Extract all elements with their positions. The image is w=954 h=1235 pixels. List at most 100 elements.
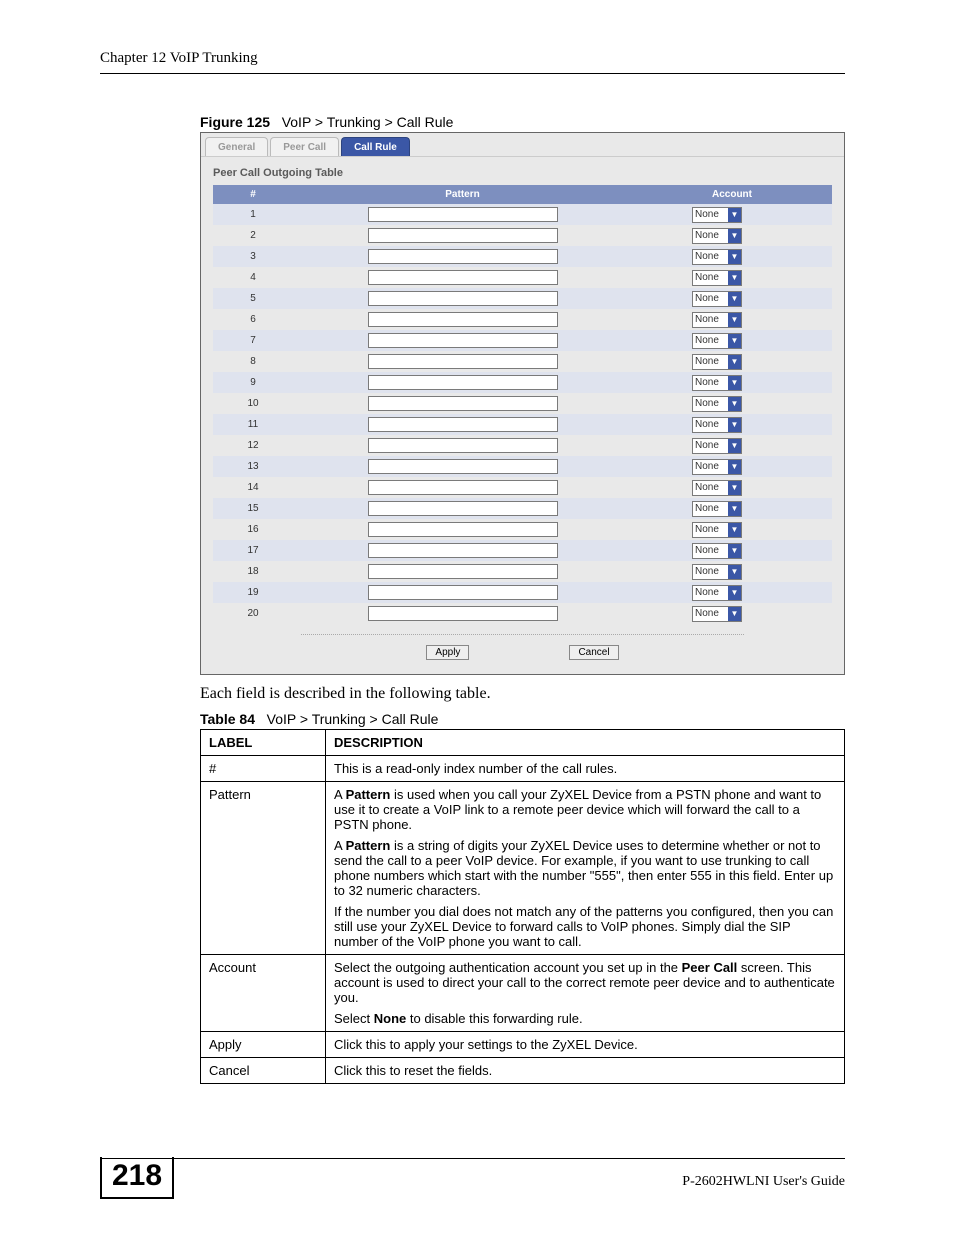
account-select[interactable]: None▼ xyxy=(692,207,742,223)
account-select[interactable]: None▼ xyxy=(692,543,742,559)
row-index: 6 xyxy=(213,310,293,329)
account-select[interactable]: None ▼ xyxy=(692,249,742,265)
cell-desc: Click this to reset the fields. xyxy=(326,1058,845,1084)
screenshot-panel: General Peer Call Call Rule Peer Call Ou… xyxy=(200,132,845,675)
chevron-down-icon[interactable]: ▼ xyxy=(728,334,741,348)
table-row: Apply Click this to apply your settings … xyxy=(201,1032,845,1058)
account-select[interactable]: None▼ xyxy=(692,333,742,349)
row-index: 5 xyxy=(213,289,293,308)
pattern-input[interactable] xyxy=(368,396,558,411)
row-index: 20 xyxy=(213,604,293,623)
account-select[interactable]: None ▼ xyxy=(692,375,742,391)
pattern-input[interactable] xyxy=(368,522,558,537)
pattern-input[interactable] xyxy=(368,417,558,432)
chevron-down-icon[interactable]: ▼ xyxy=(728,439,741,453)
pattern-input[interactable] xyxy=(368,228,558,243)
account-select[interactable]: None▼ xyxy=(692,312,742,328)
chevron-down-icon[interactable]: ▼ xyxy=(728,229,741,243)
select-value: None xyxy=(695,461,719,472)
select-value: None xyxy=(695,293,719,304)
tab-general[interactable]: General xyxy=(205,137,268,156)
select-value: None xyxy=(695,566,719,577)
pattern-input[interactable] xyxy=(368,438,558,453)
apply-button[interactable]: Apply xyxy=(426,645,469,660)
table-row: 5 None ▼ xyxy=(213,288,832,309)
table-row: 1None▼ xyxy=(213,204,832,225)
chevron-down-icon[interactable]: ▼ xyxy=(728,502,741,516)
chevron-down-icon[interactable]: ▼ xyxy=(728,355,741,369)
account-select[interactable]: None▼ xyxy=(692,354,742,370)
chevron-down-icon[interactable]: ▼ xyxy=(728,523,741,537)
chevron-down-icon[interactable]: ▼ xyxy=(728,271,741,285)
head-index: # xyxy=(213,185,293,204)
table-row: 11None▼ xyxy=(213,414,832,435)
table-row: 6 None▼ xyxy=(213,309,832,330)
pattern-input[interactable] xyxy=(368,354,558,369)
chevron-down-icon[interactable]: ▼ xyxy=(728,313,741,327)
pattern-input[interactable] xyxy=(368,585,558,600)
pattern-cell xyxy=(293,518,632,541)
chevron-down-icon[interactable]: ▼ xyxy=(728,292,741,306)
chevron-down-icon[interactable]: ▼ xyxy=(728,544,741,558)
cell-label: # xyxy=(201,756,326,782)
pattern-input[interactable] xyxy=(368,312,558,327)
select-value: None xyxy=(695,251,719,262)
pattern-cell xyxy=(293,287,632,310)
chevron-down-icon[interactable]: ▼ xyxy=(728,208,741,222)
chevron-down-icon[interactable]: ▼ xyxy=(728,586,741,600)
account-select[interactable]: None▼ xyxy=(692,417,742,433)
bold: Pattern xyxy=(346,838,391,853)
description-table: LABEL DESCRIPTION # This is a read-only … xyxy=(200,729,845,1084)
pattern-cell xyxy=(293,539,632,562)
tab-call-rule[interactable]: Call Rule xyxy=(341,137,410,156)
tab-peer-call[interactable]: Peer Call xyxy=(270,137,339,156)
pattern-cell xyxy=(293,455,632,478)
page-footer: 218 P-2602HWLNI User's Guide xyxy=(100,1158,845,1199)
cell-desc: A Pattern is used when you call your ZyX… xyxy=(326,782,845,955)
table-row: 19None▼ xyxy=(213,582,832,603)
pattern-input[interactable] xyxy=(368,480,558,495)
pattern-input[interactable] xyxy=(368,564,558,579)
account-select[interactable]: None ▼ xyxy=(692,291,742,307)
pattern-input[interactable] xyxy=(368,543,558,558)
chevron-down-icon[interactable]: ▼ xyxy=(728,418,741,432)
cell-label: Account xyxy=(201,955,326,1032)
account-select[interactable]: None▼ xyxy=(692,585,742,601)
account-select[interactable]: None ▼ xyxy=(692,480,742,496)
chevron-down-icon[interactable]: ▼ xyxy=(728,460,741,474)
row-index: 16 xyxy=(213,520,293,539)
select-value: None xyxy=(695,482,719,493)
head-account: Account xyxy=(632,185,832,204)
chevron-down-icon[interactable]: ▼ xyxy=(728,250,741,264)
pattern-input[interactable] xyxy=(368,375,558,390)
chevron-down-icon[interactable]: ▼ xyxy=(728,565,741,579)
account-select[interactable]: None ▼ xyxy=(692,564,742,580)
row-index: 4 xyxy=(213,268,293,287)
account-select[interactable]: None▼ xyxy=(692,438,742,454)
pattern-input[interactable] xyxy=(368,606,558,621)
pattern-input[interactable] xyxy=(368,501,558,516)
account-select[interactable]: None ▼ xyxy=(692,459,742,475)
pattern-input[interactable] xyxy=(368,333,558,348)
select-value: None xyxy=(695,377,719,388)
account-select[interactable]: None▼ xyxy=(692,396,742,412)
pattern-input[interactable] xyxy=(368,207,558,222)
chevron-down-icon[interactable]: ▼ xyxy=(728,397,741,411)
chevron-down-icon[interactable]: ▼ xyxy=(728,376,741,390)
chevron-down-icon[interactable]: ▼ xyxy=(728,607,741,621)
account-select[interactable]: None▼ xyxy=(692,228,742,244)
cancel-button[interactable]: Cancel xyxy=(569,645,618,660)
table-row: 4 None▼ xyxy=(213,267,832,288)
pattern-input[interactable] xyxy=(368,270,558,285)
account-select[interactable]: None▼ xyxy=(692,270,742,286)
pattern-input[interactable] xyxy=(368,291,558,306)
account-select[interactable]: None▼ xyxy=(692,501,742,517)
account-select[interactable]: None▼ xyxy=(692,522,742,538)
chapter-header: Chapter 12 VoIP Trunking xyxy=(100,50,845,74)
pattern-input[interactable] xyxy=(368,459,558,474)
th-description: DESCRIPTION xyxy=(326,730,845,756)
pattern-input[interactable] xyxy=(368,249,558,264)
account-select[interactable]: None▼ xyxy=(692,606,742,622)
table-head: # Pattern Account xyxy=(213,185,832,204)
chevron-down-icon[interactable]: ▼ xyxy=(728,481,741,495)
